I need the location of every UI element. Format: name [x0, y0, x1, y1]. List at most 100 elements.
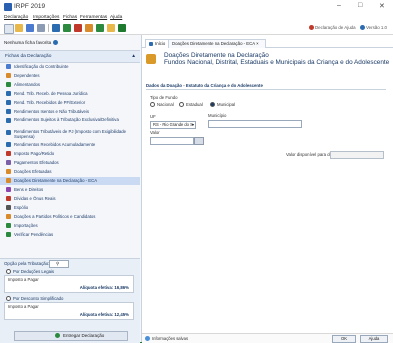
sidebar-item[interactable]: Pagamentos Efetuados: [0, 159, 140, 167]
delete-icon[interactable]: [37, 24, 45, 32]
menu-fichas[interactable]: Fichas: [63, 15, 77, 20]
available-value-field: [330, 151, 384, 159]
sidebar-item[interactable]: Doações Efetuadas: [0, 168, 140, 176]
fund-nacional-radio[interactable]: Nacional: [150, 102, 174, 108]
simplified-discount-option[interactable]: Por Desconto Simplificado: [6, 296, 64, 302]
favorites-label: Nenhuma ficha favorita: [4, 40, 52, 45]
sidebar-item-label: Doações a Partidos Políticos e Candidato…: [14, 214, 96, 219]
check-icon[interactable]: [63, 24, 71, 32]
menu-bar: Declaração Importações Fichas Ferramenta…: [0, 14, 393, 22]
fund-municipal-radio[interactable]: Municipal: [210, 102, 236, 108]
legal-rate: Alíquota efetiva: 16,86%: [79, 285, 129, 290]
sidebar-item-icon: [6, 118, 11, 123]
radio-icon: [150, 102, 155, 108]
sidebar-item[interactable]: Rendimentos Recebidos Acumuladamente: [0, 141, 140, 149]
sidebar-item[interactable]: Rend. Trib. Receb. de Pessoa Jurídica: [0, 90, 140, 98]
open-folder-icon[interactable]: [15, 24, 23, 32]
sidebar-item-icon: [6, 100, 11, 105]
title-bar: IRPF 2019 – □ ✕: [0, 0, 393, 14]
chevron-down-icon: ▾: [191, 122, 194, 127]
print-icon[interactable]: [74, 24, 82, 32]
help-link[interactable]: Declaração de Ajuda: [309, 25, 356, 31]
new-file-icon[interactable]: [4, 24, 14, 34]
info-icon: [360, 25, 365, 31]
sidebar-item[interactable]: Imposto Pago/Retido: [0, 150, 140, 158]
sidebar-item[interactable]: Doações Diretamente na Declaração - ECA: [0, 177, 140, 185]
simplified-discount-label: Por Desconto Simplificado: [13, 296, 64, 301]
minimize-button[interactable]: –: [337, 2, 341, 9]
menu-declaracao[interactable]: Declaração: [4, 15, 28, 20]
uf-select[interactable]: RS - Rio Grande do S ▾: [150, 121, 196, 129]
sidebar-item-icon: [6, 205, 11, 210]
home-icon: [149, 42, 153, 46]
menu-ajuda[interactable]: Ajuda: [110, 15, 122, 20]
help-label: Declaração de Ajuda: [315, 25, 356, 30]
sidebar-item-label: Doações Diretamente na Declaração - ECA: [14, 178, 98, 183]
sidebar-item[interactable]: Espólio: [0, 204, 140, 212]
sidebar-item-icon: [6, 82, 11, 87]
sidebar-item-label: Dívidas e Ônus Reais: [14, 196, 56, 201]
close-button[interactable]: ✕: [379, 2, 385, 10]
sidebar-item[interactable]: Verificar Pendências: [0, 231, 140, 239]
window-title: IRPF 2019: [14, 3, 46, 10]
sidebar-item[interactable]: Alimentandos: [0, 81, 140, 89]
sidebar-item-label: Imposto Pago/Retido: [14, 151, 55, 156]
sidebar-item-label: Doações Efetuadas: [14, 169, 52, 174]
sidebar-item-icon: [6, 130, 11, 135]
info-icon: [145, 336, 150, 341]
submit-declaration-button[interactable]: Entregar Declaração: [14, 331, 128, 341]
municipio-field[interactable]: [208, 120, 302, 128]
flag-icon[interactable]: [118, 24, 126, 32]
tab-inicio[interactable]: Início: [145, 39, 169, 48]
maximize-button[interactable]: □: [358, 2, 362, 9]
version-label: Versão 1.0: [366, 25, 387, 30]
simplified-discount-box: Imposto a Pagar Alíquota efetiva: 12,45%: [4, 302, 134, 320]
sidebar-item[interactable]: Bens e Direitos: [0, 186, 140, 194]
sidebar-item-label: Dependentes: [14, 73, 40, 78]
submit-label: Entregar Declaração: [63, 333, 105, 338]
sidebar-item[interactable]: Rendimentos Isentos e Não Tributáveis: [0, 108, 140, 116]
menu-ferramentas[interactable]: Ferramentas: [80, 15, 107, 20]
sidebar-header[interactable]: Fichas da Declaração ▲: [0, 50, 140, 63]
sidebar-item[interactable]: Doações a Partidos Políticos e Candidato…: [0, 213, 140, 221]
sidebar-item-label: Espólio: [14, 205, 29, 210]
fund-estadual-radio[interactable]: Estadual: [179, 102, 203, 108]
tools-icon[interactable]: [107, 24, 115, 32]
sidebar-item-icon: [6, 223, 11, 228]
sidebar-item-icon: [6, 91, 11, 96]
valor-field[interactable]: [150, 137, 194, 145]
sidebar-item[interactable]: Identificação do Contribuinte: [0, 63, 140, 71]
sidebar-item-label: Rend. Trib. Recebidos de PF/Exterior: [14, 100, 86, 105]
sidebar-item-icon: [6, 232, 11, 237]
sidebar-item-icon: [6, 196, 11, 201]
fund-municipal-label: Municipal: [217, 102, 236, 107]
page-header: Doações Diretamente na Declaração Fundos…: [142, 48, 393, 68]
import-icon[interactable]: [52, 24, 60, 32]
menu-importacoes[interactable]: Importações: [33, 15, 59, 20]
sidebar-item-icon: [6, 64, 11, 69]
radio-icon: [179, 102, 184, 108]
sidebar-item[interactable]: Dependentes: [0, 72, 140, 80]
sidebar-item-label: Verificar Pendências: [14, 232, 54, 237]
fund-type-label: Tipo de Fundo: [150, 95, 178, 100]
version-link[interactable]: Versão 1.0: [360, 25, 387, 31]
sidebar-item[interactable]: Importações: [0, 222, 140, 230]
sidebar-item-icon: [6, 178, 11, 183]
sidebar-item-label: Bens e Direitos: [14, 187, 44, 192]
sidebar-item-label: Rendimentos Sujeitos à Tributação Exclus…: [14, 117, 119, 122]
tab-doacoes-eca[interactable]: Doações Diretamente na Declaração - ECA …: [168, 39, 266, 48]
submit-icon[interactable]: [96, 24, 104, 32]
calculator-icon[interactable]: [194, 137, 204, 145]
fund-nacional-label: Nacional: [157, 102, 174, 107]
simple-rate: Alíquota efetiva: 12,45%: [79, 312, 129, 317]
legal-deductions-box: Imposto a Pagar Alíquota efetiva: 16,86%: [4, 275, 134, 293]
sidebar-item-icon: [6, 187, 11, 192]
favorite-info-icon[interactable]: [53, 40, 59, 46]
legal-deductions-option[interactable]: Por Deduções Legais: [6, 269, 54, 275]
sidebar-item[interactable]: Dívidas e Ônus Reais: [0, 195, 140, 203]
tax-option-search-button[interactable]: ⚲: [49, 260, 69, 268]
save-icon[interactable]: [26, 24, 34, 32]
sidebar-item[interactable]: Rend. Trib. Recebidos de PF/Exterior: [0, 99, 140, 107]
receipt-icon[interactable]: [85, 24, 93, 32]
sidebar-item-label: Rendimentos Isentos e Não Tributáveis: [14, 109, 89, 114]
